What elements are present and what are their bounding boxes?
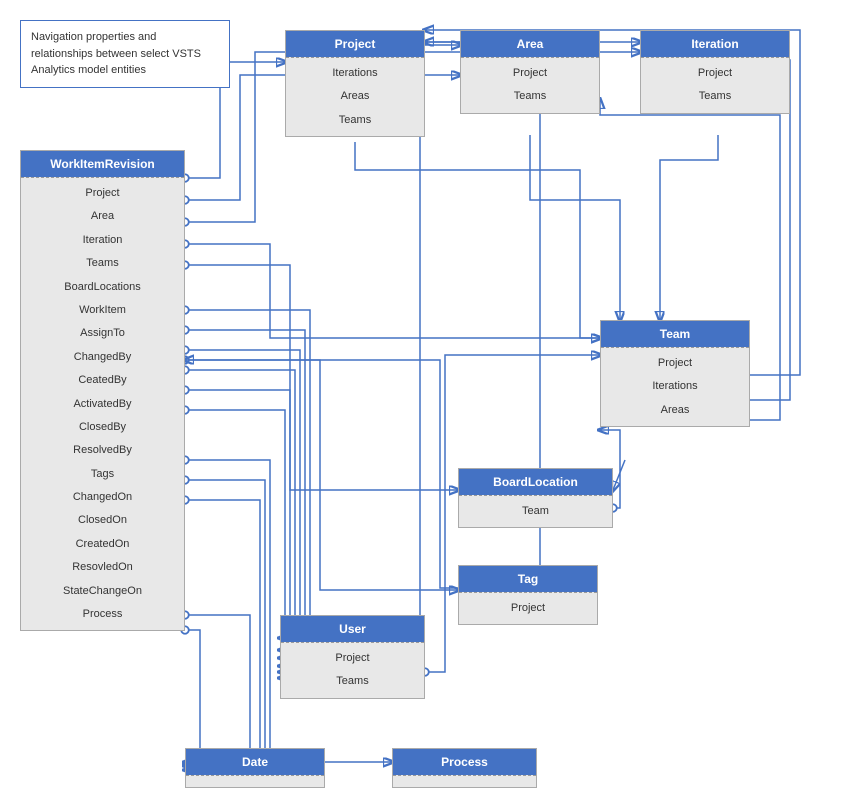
field-wir-workitem: WorkItem (21, 299, 184, 322)
entity-iteration-fields: Project Teams (641, 57, 789, 113)
entity-team-fields: Project Iterations Areas (601, 347, 749, 426)
entity-boardlocation-header: BoardLocation (459, 469, 612, 495)
field-boardlocation-team: Team (459, 500, 612, 523)
field-team-iterations: Iterations (601, 375, 749, 398)
field-area-teams: Teams (461, 85, 599, 108)
diagram-container: Navigation properties and relationships … (0, 0, 850, 794)
field-wir-changedon: ChangedOn (21, 486, 184, 509)
field-wir-iteration: Iteration (21, 229, 184, 252)
field-wir-resolvedby: ResolvedBy (21, 439, 184, 462)
field-user-teams: Teams (281, 670, 424, 693)
entity-workitemrevision: WorkItemRevision Project Area Iteration … (20, 150, 185, 631)
entity-tag-header: Tag (459, 566, 597, 592)
field-wir-project: Project (21, 182, 184, 205)
field-wir-closedon: ClosedOn (21, 509, 184, 532)
entity-date-fields (186, 775, 324, 787)
entity-area: Area Project Teams (460, 30, 600, 114)
entity-user-header: User (281, 616, 424, 642)
field-wir-resovledon: ResovledOn (21, 556, 184, 579)
field-wir-area: Area (21, 205, 184, 228)
entity-tag: Tag Project (458, 565, 598, 625)
entity-tag-fields: Project (459, 592, 597, 624)
field-wir-tags: Tags (21, 463, 184, 486)
entity-date: Date (185, 748, 325, 788)
entity-boardlocation-fields: Team (459, 495, 612, 527)
field-wir-assignto: AssignTo (21, 322, 184, 345)
entity-process: Process (392, 748, 537, 788)
field-project-iterations: Iterations (286, 62, 424, 85)
entity-iteration: Iteration Project Teams (640, 30, 790, 114)
field-iteration-teams: Teams (641, 85, 789, 108)
entity-team-header: Team (601, 321, 749, 347)
entity-process-header: Process (393, 749, 536, 775)
field-wir-createdon: CreatedOn (21, 533, 184, 556)
note-box: Navigation properties and relationships … (20, 20, 230, 88)
entity-team: Team Project Iterations Areas (600, 320, 750, 427)
entity-project-header: Project (286, 31, 424, 57)
field-area-project: Project (461, 62, 599, 85)
entity-area-header: Area (461, 31, 599, 57)
entity-area-fields: Project Teams (461, 57, 599, 113)
field-wir-boardlocations: BoardLocations (21, 276, 184, 299)
entity-boardlocation: BoardLocation Team (458, 468, 613, 528)
note-text: Navigation properties and relationships … (31, 31, 201, 76)
field-wir-statechangeon: StateChangeOn (21, 580, 184, 603)
entity-user: User Project Teams (280, 615, 425, 699)
field-wir-process: Process (21, 603, 184, 626)
entity-iteration-header: Iteration (641, 31, 789, 57)
field-wir-closedby: ClosedBy (21, 416, 184, 439)
field-iteration-project: Project (641, 62, 789, 85)
field-project-areas: Areas (286, 85, 424, 108)
entity-process-fields (393, 775, 536, 787)
field-tag-project: Project (459, 597, 597, 620)
field-wir-activatedby: ActivatedBy (21, 393, 184, 416)
field-team-areas: Areas (601, 399, 749, 422)
field-user-project: Project (281, 647, 424, 670)
entity-date-header: Date (186, 749, 324, 775)
field-wir-teams: Teams (21, 252, 184, 275)
field-project-teams: Teams (286, 109, 424, 132)
field-team-project: Project (601, 352, 749, 375)
entity-user-fields: Project Teams (281, 642, 424, 698)
entity-project: Project Iterations Areas Teams (285, 30, 425, 137)
entity-workitemrevision-fields: Project Area Iteration Teams BoardLocati… (21, 177, 184, 630)
field-wir-changedby: ChangedBy (21, 346, 184, 369)
entity-workitemrevision-header: WorkItemRevision (21, 151, 184, 177)
field-wir-ceatedby: CeatedBy (21, 369, 184, 392)
entity-project-fields: Iterations Areas Teams (286, 57, 424, 136)
